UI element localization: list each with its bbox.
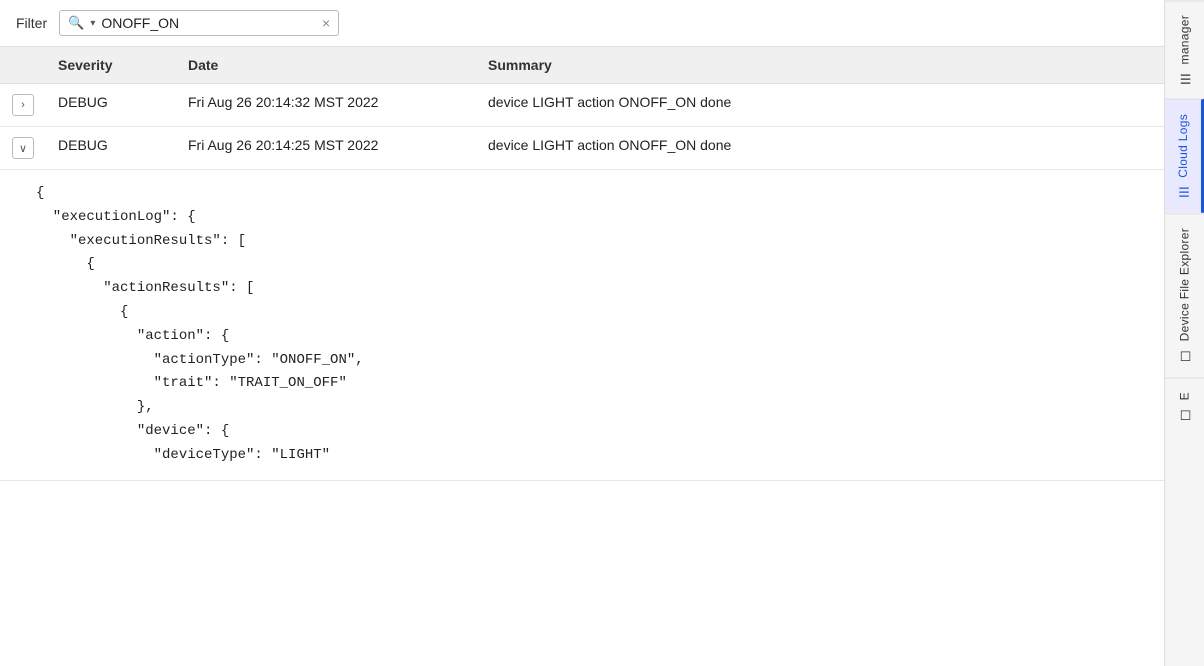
log-table: Severity Date Summary › DEBUG Fri Aug 26… (0, 47, 1164, 481)
right-sidebar: ☰ manager ☰ Cloud Logs ☐ Device File Exp… (1164, 0, 1204, 666)
table-header-row: Severity Date Summary (0, 47, 1164, 84)
sidebar-tab-other-label: E (1178, 392, 1192, 400)
severity-cell: DEBUG (46, 127, 176, 170)
device-file-explorer-icon: ☐ (1177, 348, 1192, 363)
filter-dropdown-icon[interactable]: ▾ (90, 18, 95, 29)
sidebar-tab-other[interactable]: ☐ E (1165, 377, 1204, 435)
log-table-wrapper: Severity Date Summary › DEBUG Fri Aug 26… (0, 47, 1164, 666)
date-cell: Fri Aug 26 20:14:32 MST 2022 (176, 84, 476, 127)
summary-col-header: Summary (476, 47, 1164, 84)
table-row: › DEBUG Fri Aug 26 20:14:32 MST 2022 dev… (0, 84, 1164, 127)
date-col-header: Date (176, 47, 476, 84)
json-expanded-row: { "executionLog": { "executionResults": … (0, 170, 1164, 481)
expand-cell: › (0, 84, 46, 127)
json-expanded-cell: { "executionLog": { "executionResults": … (0, 170, 1164, 481)
sidebar-tab-manager-label: manager (1178, 15, 1192, 64)
sidebar-tab-device-file-explorer[interactable]: ☐ Device File Explorer (1165, 213, 1204, 376)
collapse-button[interactable]: ∨ (12, 137, 34, 159)
sidebar-tab-cloud-logs[interactable]: ☰ Cloud Logs (1165, 99, 1204, 213)
sidebar-tab-cloud-logs-label: Cloud Logs (1176, 114, 1190, 178)
expand-button[interactable]: › (12, 94, 34, 116)
manager-icon: ☰ (1177, 70, 1192, 85)
severity-cell: DEBUG (46, 84, 176, 127)
filter-input-wrapper: 🔍 ▾ × (59, 10, 339, 36)
search-icon: 🔍 (68, 15, 84, 31)
other-icon: ☐ (1177, 406, 1192, 421)
summary-cell: device LIGHT action ONOFF_ON done (476, 127, 1164, 170)
filter-label: Filter (16, 15, 47, 31)
filter-input[interactable] (101, 15, 316, 31)
expand-col-header (0, 47, 46, 84)
main-content: Filter 🔍 ▾ × Severity Date Summary (0, 0, 1164, 666)
sidebar-tab-manager[interactable]: ☰ manager (1165, 0, 1204, 99)
severity-col-header: Severity (46, 47, 176, 84)
table-row: ∨ DEBUG Fri Aug 26 20:14:25 MST 2022 dev… (0, 127, 1164, 170)
filter-bar: Filter 🔍 ▾ × (0, 0, 1164, 47)
summary-cell: device LIGHT action ONOFF_ON done (476, 84, 1164, 127)
sidebar-tab-device-file-explorer-label: Device File Explorer (1178, 228, 1192, 341)
filter-clear-icon[interactable]: × (322, 16, 330, 30)
json-content: { "executionLog": { "executionResults": … (0, 170, 1164, 480)
date-cell: Fri Aug 26 20:14:25 MST 2022 (176, 127, 476, 170)
cloud-logs-icon: ☰ (1176, 184, 1191, 199)
expand-cell: ∨ (0, 127, 46, 170)
